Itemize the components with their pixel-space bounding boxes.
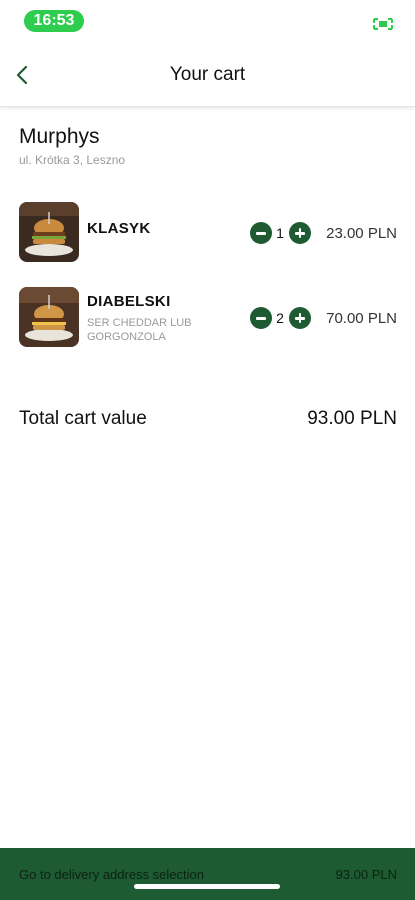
nav-bar: Your cart bbox=[0, 44, 415, 107]
item-name: DIABELSKI bbox=[87, 293, 171, 310]
item-quantity: 1 bbox=[276, 225, 284, 241]
page-title: Your cart bbox=[169, 64, 246, 85]
status-time: 16:53 bbox=[24, 10, 84, 32]
item-name: KLASYK bbox=[87, 220, 151, 237]
increase-quantity-button[interactable] bbox=[289, 222, 311, 244]
cta-price: 93.00 PLN bbox=[335, 867, 397, 882]
item-price: 23.00 PLN bbox=[326, 225, 397, 242]
home-indicator[interactable] bbox=[134, 884, 280, 889]
battery-charging-icon bbox=[373, 18, 393, 30]
total-label: Total cart value bbox=[19, 408, 147, 429]
decrease-quantity-button[interactable] bbox=[250, 222, 272, 244]
item-price: 70.00 PLN bbox=[326, 310, 397, 327]
go-to-delivery-button[interactable]: Go to delivery address selection 93.00 P… bbox=[0, 848, 415, 900]
item-description: SER CHEDDAR LUB GORGONZOLA bbox=[87, 317, 192, 343]
item-quantity: 2 bbox=[276, 310, 284, 326]
cart-item-diabelski: DIABELSKI SER CHEDDAR LUB GORGONZOLA 2 7… bbox=[0, 287, 415, 349]
restaurant-header: Murphys ul. Krótka 3, Leszno bbox=[19, 125, 125, 167]
cart-item-klasyk: KLASYK 1 23.00 PLN bbox=[0, 202, 415, 264]
restaurant-name: Murphys bbox=[19, 125, 100, 148]
total-value: 93.00 PLN bbox=[307, 408, 397, 429]
status-bar: 16:53 bbox=[0, 0, 415, 44]
item-image bbox=[19, 287, 79, 347]
restaurant-address: ul. Krótka 3, Leszno bbox=[19, 153, 126, 167]
decrease-quantity-button[interactable] bbox=[250, 307, 272, 329]
cta-label: Go to delivery address selection bbox=[19, 867, 204, 882]
item-image bbox=[19, 202, 79, 262]
increase-quantity-button[interactable] bbox=[289, 307, 311, 329]
